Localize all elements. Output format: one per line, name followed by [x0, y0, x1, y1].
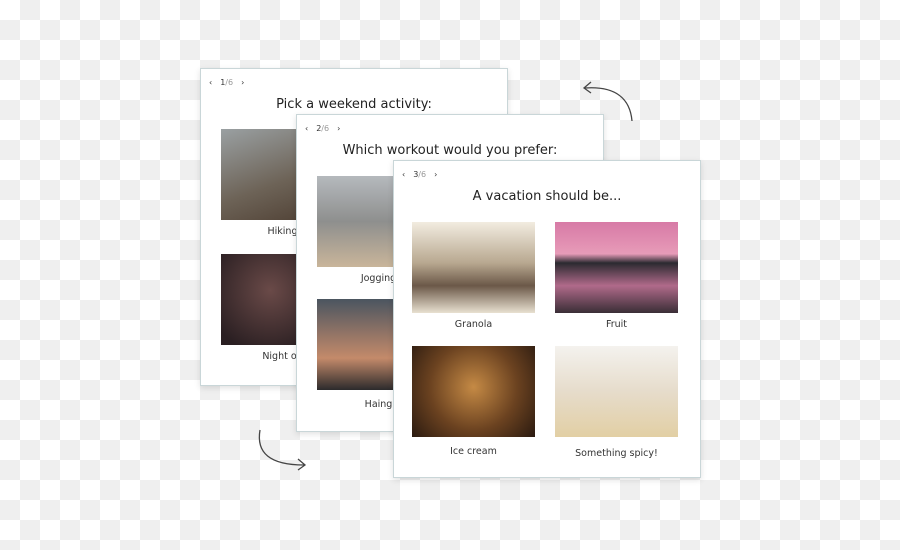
option-ice-cream[interactable]: Ice cream — [412, 346, 535, 457]
prev-icon[interactable]: ‹ — [305, 124, 308, 133]
prev-icon[interactable]: ‹ — [209, 78, 212, 87]
page-total: /6 — [225, 78, 234, 87]
prev-icon[interactable]: ‹ — [402, 170, 405, 179]
option-label: Something spicy! — [575, 448, 658, 459]
question-title: Which workout would you prefer: — [342, 143, 558, 158]
option-granola[interactable]: Granola — [412, 222, 535, 330]
pager: ‹ 1/6 › — [209, 78, 244, 87]
next-icon[interactable]: › — [241, 78, 244, 87]
next-icon[interactable]: › — [434, 170, 437, 179]
page-total: /6 — [418, 170, 427, 179]
option-label: Fruit — [605, 319, 628, 330]
option-label: Granola — [454, 319, 493, 330]
option-image — [555, 346, 678, 437]
question-title: A vacation should be... — [472, 189, 622, 204]
page-total: /6 — [321, 124, 330, 133]
option-fruit[interactable]: Fruit — [555, 222, 678, 330]
option-image — [412, 222, 535, 313]
option-something-spicy[interactable]: Something spicy! — [555, 346, 678, 459]
option-label: Ice cream — [450, 446, 497, 457]
pager: ‹ 2/6 › — [305, 124, 340, 133]
next-icon[interactable]: › — [337, 124, 340, 133]
question-title: Pick a weekend activity: — [276, 97, 432, 112]
pager: ‹ 3/6 › — [402, 170, 437, 179]
curved-arrow-forward-icon — [258, 429, 307, 471]
quiz-card-3: ‹ 3/6 › A vacation should be... Granola Fr… — [393, 160, 701, 478]
option-image — [555, 222, 678, 313]
option-image — [412, 346, 535, 437]
